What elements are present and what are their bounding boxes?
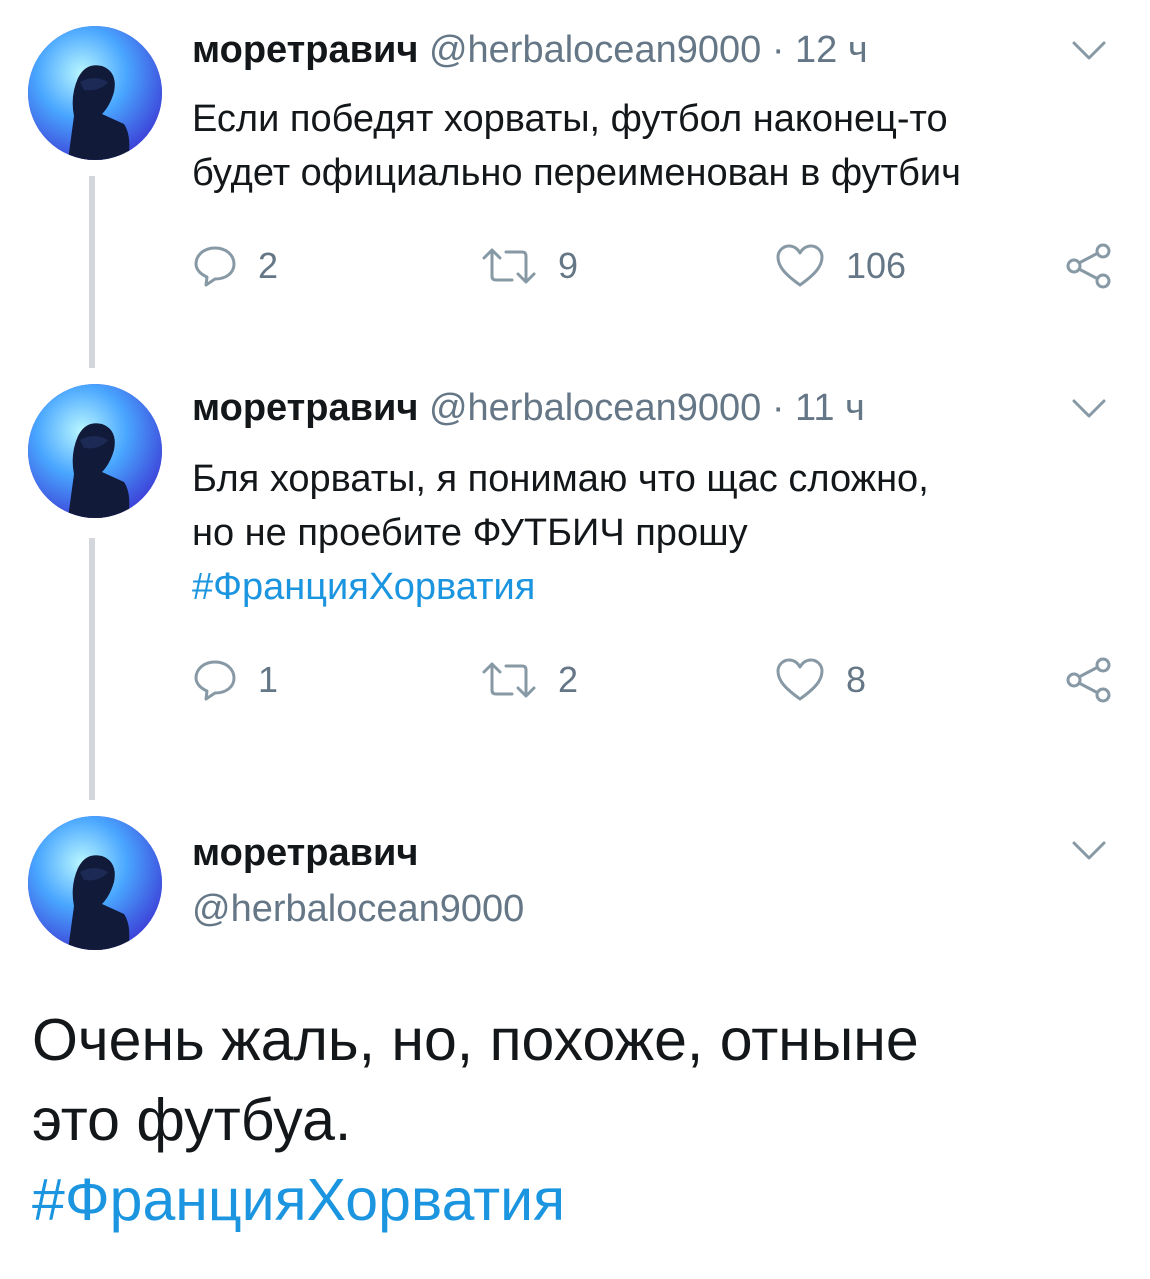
- user-handle[interactable]: @herbalocean9000: [192, 886, 524, 932]
- like-button[interactable]: 106: [774, 242, 906, 290]
- share-icon: [1064, 242, 1114, 290]
- avatar[interactable]: [28, 816, 162, 950]
- reply-count: 2: [258, 245, 279, 286]
- chevron-down-icon[interactable]: [1072, 398, 1106, 420]
- avatar[interactable]: [28, 26, 162, 160]
- tweet-text-line: Очень жаль, но, похоже, отныне: [32, 1007, 919, 1073]
- retweet-count: 9: [558, 245, 579, 286]
- tweet-text-line: это футбуа.: [32, 1087, 352, 1153]
- user-handle[interactable]: @herbalocean9000: [429, 387, 761, 429]
- tweet-text-line: но не проебите ФУТБИЧ прошу: [192, 512, 748, 554]
- retweet-icon: [480, 658, 538, 702]
- timestamp[interactable]: 12 ч: [795, 29, 868, 71]
- main-tweet-text: Очень жаль, но, похоже, отныне это футбу…: [32, 1000, 1122, 1240]
- tweet-text-line: будет официально переименован в футбич: [192, 152, 961, 194]
- tweet-header: моретравич @herbalocean9000 · 12 ч: [192, 28, 868, 72]
- hashtag-link[interactable]: #ФранцияХорватия: [32, 1160, 1122, 1240]
- tweet-text-line: Если победят хорваты, футбол наконец-то: [192, 98, 948, 140]
- avatar[interactable]: [28, 384, 162, 518]
- like-icon: [774, 243, 826, 289]
- retweet-button[interactable]: 9: [480, 242, 578, 290]
- reply-count: 1: [258, 659, 279, 700]
- retweet-button[interactable]: 2: [480, 656, 578, 704]
- separator-dot: ·: [771, 29, 785, 71]
- timestamp[interactable]: 11 ч: [795, 387, 865, 429]
- tweet-text: Если победят хорваты, футбол наконец-то …: [192, 92, 1112, 200]
- retweet-icon: [480, 244, 538, 288]
- user-handle[interactable]: @herbalocean9000: [429, 29, 761, 71]
- display-name[interactable]: моретравич: [192, 387, 418, 429]
- share-button[interactable]: [1064, 242, 1114, 290]
- separator-dot: ·: [771, 387, 785, 429]
- tweet-text: Бля хорваты, я понимаю что щас сложно, н…: [192, 452, 1112, 614]
- like-count: 8: [846, 659, 867, 700]
- thread-line: [89, 176, 95, 368]
- tweet-text-line: Бля хорваты, я понимаю что щас сложно,: [192, 458, 929, 500]
- retweet-count: 2: [558, 659, 579, 700]
- tweet-actions: 2 9 106: [192, 242, 1117, 290]
- reply-icon: [192, 244, 238, 288]
- reply-icon: [192, 658, 238, 702]
- like-icon: [774, 657, 826, 703]
- tweet-actions: 1 2 8: [192, 656, 1117, 704]
- share-icon: [1064, 656, 1114, 704]
- chevron-down-icon[interactable]: [1072, 40, 1106, 62]
- share-button[interactable]: [1064, 656, 1114, 704]
- display-name[interactable]: моретравич: [192, 830, 418, 876]
- tweet-header: моретравич @herbalocean9000 · 11 ч: [192, 386, 865, 430]
- display-name[interactable]: моретравич: [192, 29, 418, 71]
- hashtag-link[interactable]: #ФранцияХорватия: [192, 560, 1112, 614]
- chevron-down-icon[interactable]: [1072, 840, 1106, 862]
- like-button[interactable]: 8: [774, 656, 866, 704]
- reply-button[interactable]: 1: [192, 656, 278, 704]
- thread-line: [89, 538, 95, 800]
- like-count: 106: [846, 245, 907, 286]
- reply-button[interactable]: 2: [192, 242, 278, 290]
